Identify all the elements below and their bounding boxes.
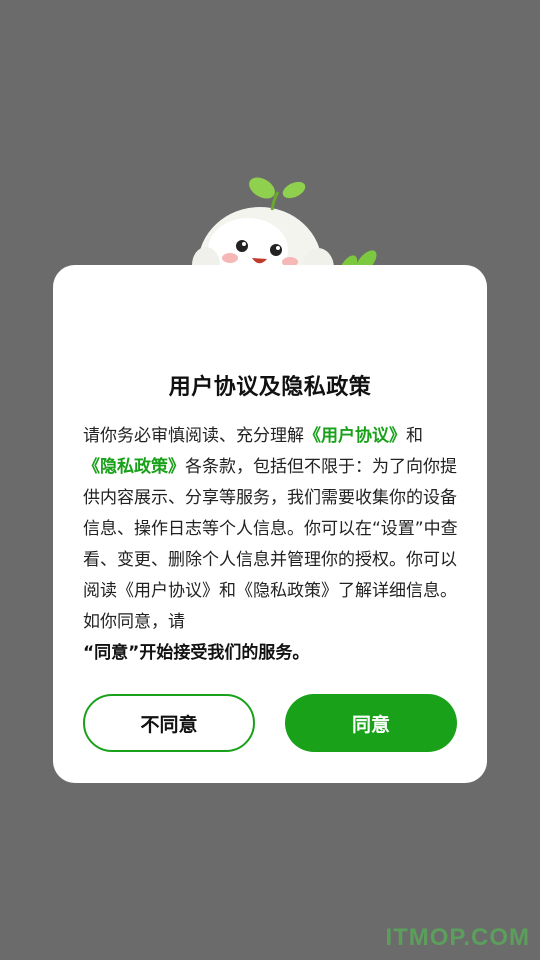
body-text-main: 各条款，包括但不限于：为了向你提供内容展示、分享等服务，我们需要收集你的设备信息… bbox=[83, 457, 458, 632]
user-agreement-link[interactable]: 《用户协议》 bbox=[304, 426, 406, 446]
body-text-and: 和 bbox=[406, 426, 423, 446]
dialog-title: 用户协议及隐私政策 bbox=[168, 375, 372, 400]
body-text-intro: 请你务必审慎阅读、充分理解 bbox=[83, 426, 304, 446]
privacy-dialog: 用户协议及隐私政策 请你务必审慎阅读、充分理解《用户协议》和 《隐私政策》各条款… bbox=[53, 265, 487, 783]
body-text-consent: “同意”开始接受我们的服务。 bbox=[83, 643, 310, 663]
agree-button[interactable]: 同意 bbox=[285, 694, 457, 752]
disagree-button[interactable]: 不同意 bbox=[83, 694, 255, 752]
watermark-text: ITMOP.COM bbox=[385, 924, 530, 951]
dialog-body: 请你务必审慎阅读、充分理解《用户协议》和 《隐私政策》各条款，包括但不限于：为了… bbox=[83, 421, 463, 669]
privacy-policy-link[interactable]: 《隐私政策》 bbox=[83, 457, 185, 477]
